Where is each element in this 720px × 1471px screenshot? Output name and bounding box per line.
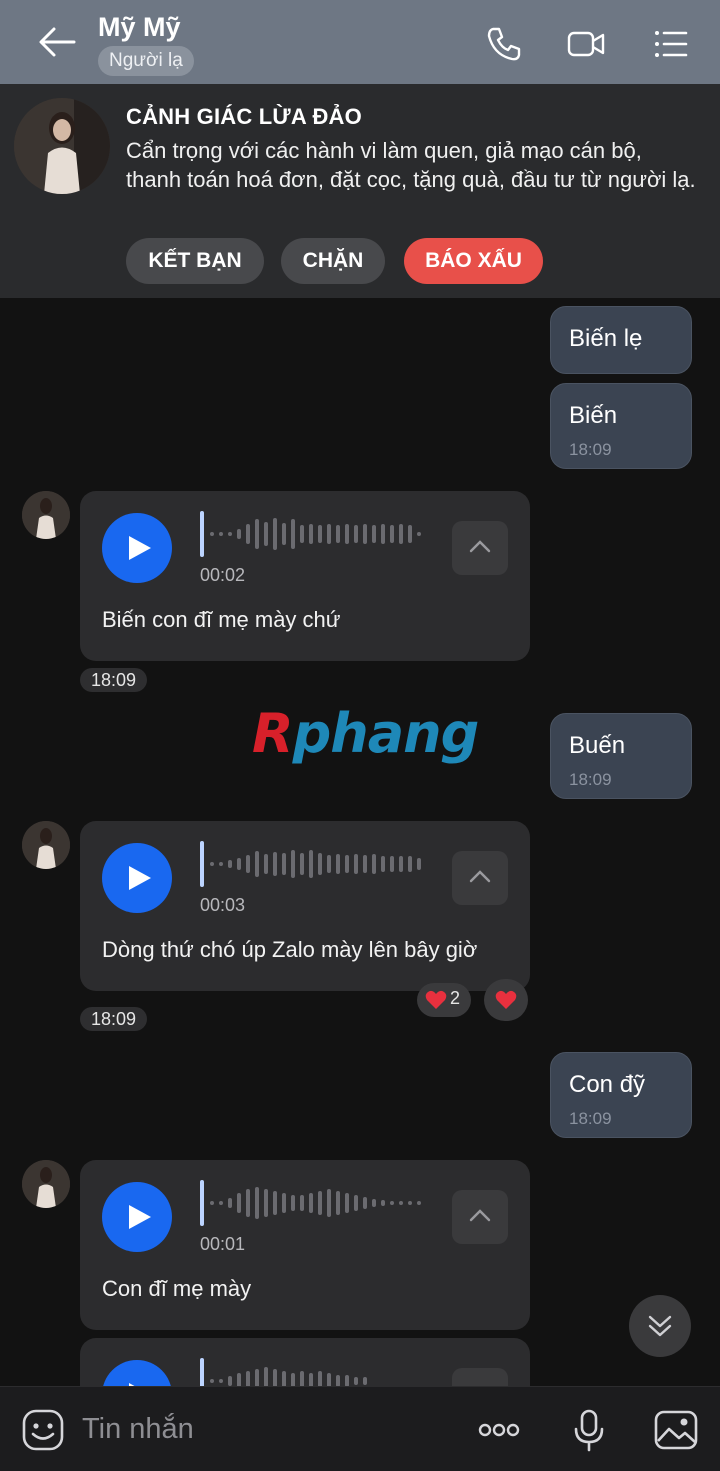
message-text: Buến <box>569 732 626 759</box>
video-call-icon[interactable] <box>566 24 606 64</box>
play-icon[interactable] <box>102 843 172 913</box>
heart-icon <box>495 990 517 1009</box>
message-time: 18:09 <box>569 440 612 459</box>
waveform <box>200 511 421 557</box>
heart-icon <box>425 990 447 1009</box>
waveform <box>200 1180 421 1226</box>
outgoing-message[interactable]: Con đỹ 18:09 <box>550 1052 692 1138</box>
more-options-icon[interactable] <box>476 1407 522 1453</box>
react-button[interactable] <box>484 979 528 1021</box>
message-time: 18:09 <box>80 1007 148 1031</box>
outgoing-message[interactable]: Biến lẹ <box>550 306 692 374</box>
block-button[interactable]: CHẶN <box>281 238 385 284</box>
collapse-button[interactable] <box>452 1368 508 1386</box>
add-friend-button[interactable]: KẾT BẠN <box>126 238 264 284</box>
message-text: Biến <box>569 402 618 429</box>
voice-transcript: Dòng thứ chó úp Zalo mày lên bây giờ <box>102 937 478 962</box>
watermark-logo: Rphang <box>252 702 479 765</box>
back-arrow-icon[interactable] <box>34 22 78 62</box>
message-input[interactable]: Tin nhắn <box>82 1413 194 1446</box>
outgoing-message[interactable]: Buến 18:09 <box>550 713 692 799</box>
voice-message[interactable]: 00:03 Dòng thứ chó úp Zalo mày lên bây g… <box>80 821 530 991</box>
warning-text: Cẩn trọng với các hành vi làm quen, giả … <box>126 138 696 192</box>
sticker-icon[interactable] <box>20 1407 66 1453</box>
report-button[interactable]: BÁO XẤU <box>404 238 543 284</box>
collapse-button[interactable] <box>452 521 508 575</box>
image-icon[interactable] <box>653 1407 699 1453</box>
voice-duration: 00:03 <box>200 895 246 915</box>
avatar[interactable] <box>14 98 110 194</box>
voice-message[interactable]: 00:01 Con đĩ mẹ mày <box>80 1160 530 1330</box>
message-text: Biến lẹ <box>569 325 643 352</box>
menu-list-icon[interactable] <box>650 24 690 64</box>
waveform <box>200 841 421 887</box>
phone-icon[interactable] <box>484 24 524 64</box>
reaction-summary[interactable]: 2 <box>417 983 471 1017</box>
message-time: 18:09 <box>569 770 612 789</box>
scroll-to-bottom-button[interactable] <box>629 1295 691 1357</box>
collapse-button[interactable] <box>452 1190 508 1244</box>
sender-avatar[interactable] <box>22 821 70 869</box>
chevron-up-icon <box>469 540 491 553</box>
double-chevron-down-icon <box>648 1315 672 1337</box>
contact-name[interactable]: Mỹ Mỹ <box>98 12 181 43</box>
outgoing-message[interactable]: Biến 18:09 <box>550 383 692 469</box>
stranger-badge: Người lạ <box>98 46 194 76</box>
voice-duration: 00:01 <box>200 1234 246 1254</box>
voice-message[interactable]: 00:02 Biến con đĩ mẹ mày chứ <box>80 491 530 661</box>
voice-duration: 00:02 <box>200 565 246 585</box>
voice-transcript: Biến con đĩ mẹ mày chứ <box>102 607 341 632</box>
waveform <box>200 1358 367 1386</box>
chat-header: Mỹ Mỹ Người lạ <box>0 0 720 84</box>
microphone-icon[interactable] <box>566 1407 612 1453</box>
voice-transcript: Con đĩ mẹ mày <box>102 1276 252 1301</box>
voice-message[interactable] <box>80 1338 530 1386</box>
message-time: 18:09 <box>80 668 148 692</box>
play-icon[interactable] <box>102 513 172 583</box>
chevron-up-icon <box>469 1209 491 1222</box>
play-icon[interactable] <box>102 1182 172 1252</box>
message-composer: Tin nhắn <box>0 1386 720 1471</box>
scam-warning-banner: CẢNH GIÁC LỪA ĐẢO Cẩn trọng với các hành… <box>0 84 720 298</box>
chevron-up-icon <box>469 870 491 883</box>
message-text: Con đỹ <box>569 1071 646 1098</box>
sender-avatar[interactable] <box>22 1160 70 1208</box>
play-icon[interactable] <box>102 1360 172 1386</box>
collapse-button[interactable] <box>452 851 508 905</box>
message-time: 18:09 <box>569 1109 612 1128</box>
sender-avatar[interactable] <box>22 491 70 539</box>
reaction-count: 2 <box>450 988 461 1008</box>
warning-title: CẢNH GIÁC LỪA ĐẢO <box>126 104 362 129</box>
